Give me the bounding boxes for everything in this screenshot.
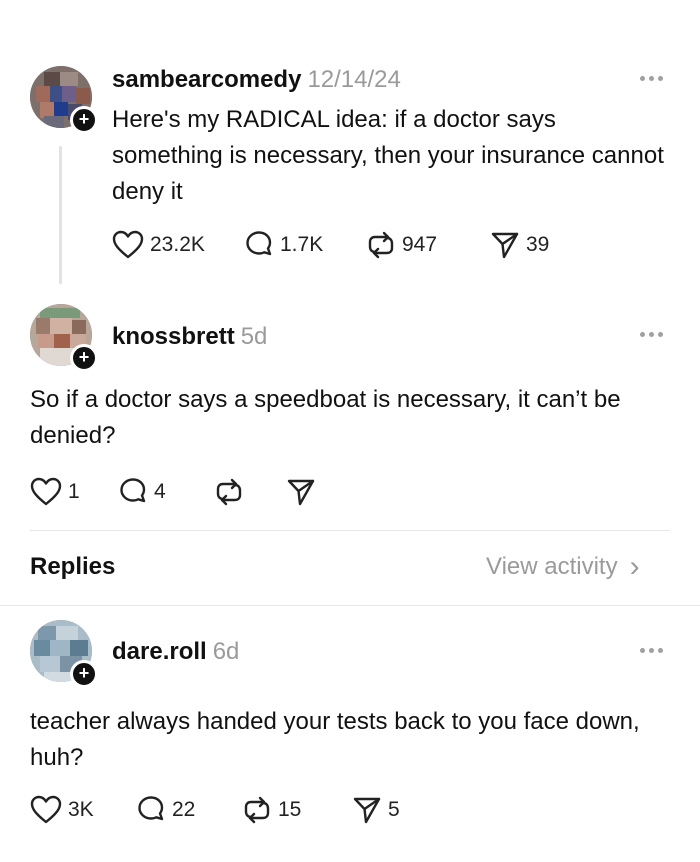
timestamp: 6d — [212, 638, 240, 665]
comment-count: 4 — [154, 480, 166, 503]
send-icon — [287, 479, 315, 506]
more-icon[interactable] — [640, 74, 666, 82]
plus-icon[interactable]: + — [70, 660, 98, 688]
repost-count: 15 — [278, 798, 302, 821]
comment-button[interactable]: 1.7K — [244, 230, 366, 260]
heart-icon — [112, 230, 144, 259]
action-bar: 1 4 — [30, 476, 326, 508]
comment-icon — [138, 796, 164, 821]
more-icon[interactable] — [640, 646, 666, 654]
plus-icon[interactable]: + — [70, 106, 98, 134]
timestamp: 12/14/24 — [307, 66, 401, 93]
share-button[interactable]: 39 — [490, 230, 570, 260]
send-icon — [353, 797, 381, 824]
repost-count: 947 — [402, 233, 438, 256]
avatar[interactable]: + — [30, 66, 98, 134]
comment-count: 22 — [172, 798, 196, 821]
repost-button[interactable]: 947 — [366, 230, 490, 260]
repost-icon — [368, 231, 394, 259]
divider — [30, 530, 670, 531]
post-header: knossbrett 5d — [112, 323, 267, 351]
heart-icon — [30, 795, 62, 824]
repost-button[interactable] — [214, 477, 286, 507]
like-button[interactable]: 3K — [30, 795, 136, 825]
view-activity-label: View activity — [486, 553, 618, 580]
like-count: 3K — [68, 798, 94, 821]
replies-heading: Replies — [30, 553, 116, 580]
avatar[interactable]: + — [30, 620, 98, 688]
repost-button[interactable]: 15 — [242, 795, 352, 825]
view-activity-link[interactable]: View activity › — [486, 550, 640, 583]
timestamp: 5d — [240, 323, 268, 350]
avatar[interactable]: + — [30, 304, 98, 372]
original-post: + sambearcomedy 12/14/24 Here's my RADICA… — [0, 0, 700, 290]
like-button[interactable]: 1 — [30, 477, 118, 507]
comment-icon — [246, 231, 272, 256]
comment-count: 1.7K — [280, 233, 324, 256]
chevron-right-icon: › — [629, 550, 640, 583]
repost-icon — [216, 478, 242, 506]
main-post: + knossbrett 5d So if a doctor says a spe… — [0, 290, 700, 530]
post-text: teacher always handed your tests back to… — [30, 708, 640, 771]
username[interactable]: sambearcomedy — [112, 66, 301, 93]
action-bar: 23.2K 1.7K 947 39 — [112, 229, 570, 261]
like-count: 1 — [68, 480, 80, 503]
reply-post: + dare.roll 6d teacher always handed your… — [0, 606, 700, 862]
post-header: dare.roll 6d — [112, 638, 239, 666]
action-bar: 3K 22 15 5 — [30, 794, 412, 826]
plus-icon[interactable]: + — [70, 344, 98, 372]
comment-button[interactable]: 22 — [136, 795, 242, 825]
share-count: 5 — [388, 798, 400, 821]
post-text: Here's my RADICAL idea: if a doctor says… — [112, 106, 664, 205]
comment-icon — [120, 478, 146, 503]
heart-icon — [30, 477, 62, 506]
send-icon — [491, 232, 519, 259]
post-header: sambearcomedy 12/14/24 — [112, 66, 401, 94]
like-button[interactable]: 23.2K — [112, 230, 244, 260]
thread-line — [59, 146, 62, 284]
repost-icon — [244, 796, 270, 824]
username[interactable]: dare.roll — [112, 638, 207, 665]
like-count: 23.2K — [150, 233, 205, 256]
post-text: So if a doctor says a speedboat is neces… — [30, 386, 621, 449]
username[interactable]: knossbrett — [112, 323, 235, 350]
share-button[interactable]: 5 — [352, 795, 412, 825]
share-count: 39 — [526, 233, 550, 256]
more-icon[interactable] — [640, 330, 666, 338]
comment-button[interactable]: 4 — [118, 477, 214, 507]
share-button[interactable] — [286, 477, 326, 507]
